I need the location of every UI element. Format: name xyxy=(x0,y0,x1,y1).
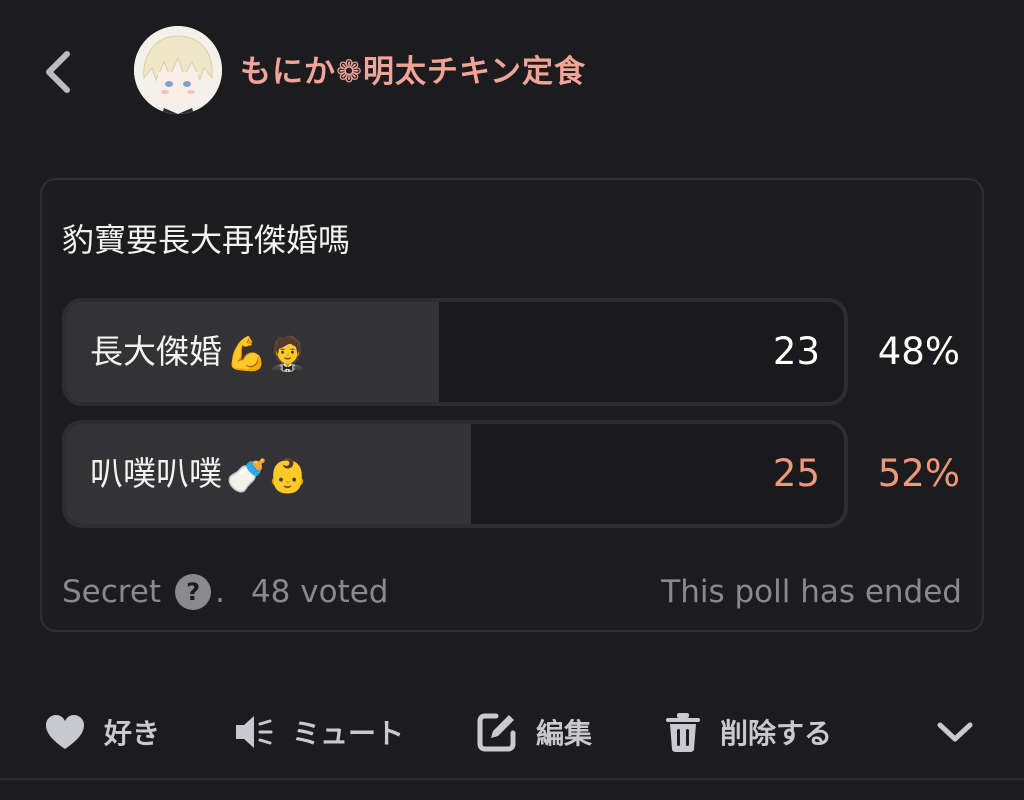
delete-label: 削除する xyxy=(720,717,833,750)
poll-option-2-emoji: 🍼👶 xyxy=(226,455,309,495)
poll-option-1-label: 長大傑婚 💪🤵 xyxy=(90,302,308,402)
poll-option-2-percent: 52% xyxy=(877,452,960,495)
separator: . xyxy=(215,574,225,610)
poll-meta: Secret ? . 48 voted xyxy=(62,572,388,612)
poll-visibility: Secret xyxy=(62,574,162,610)
avatar[interactable] xyxy=(134,26,222,114)
mute-label: ミュート xyxy=(292,717,405,750)
poll-option-1-emoji: 💪🤵 xyxy=(226,333,309,373)
avatar-image xyxy=(134,26,222,114)
chevron-down-icon xyxy=(937,722,973,742)
edit-icon xyxy=(477,713,516,752)
user-name[interactable]: もにか❁明太チキン定食 xyxy=(240,50,586,94)
poll-card: 豹寶要長大再傑婚嗎 長大傑婚 💪🤵 23 48% 叭噗叭噗 🍼👶 25 52% Se… xyxy=(40,178,984,632)
more-button[interactable] xyxy=(936,706,992,758)
poll-voted-count: 48 voted xyxy=(250,574,389,610)
heart-icon xyxy=(46,715,84,749)
poll-option-1-percent: 48% xyxy=(877,330,960,373)
edit-label: 編集 xyxy=(536,717,593,750)
poll-option-2-text: 叭噗叭噗 xyxy=(90,454,222,493)
poll-status: This poll has ended xyxy=(661,574,962,610)
back-button[interactable] xyxy=(36,50,80,94)
mute-button[interactable]: ミュート xyxy=(234,706,404,758)
poll-question: 豹寶要長大再傑婚嗎 xyxy=(62,221,351,259)
like-button[interactable]: 好き xyxy=(44,706,160,758)
poll-option-2-votes: 25 xyxy=(772,452,820,495)
poll-footer: Secret ? . 48 voted This poll has ended xyxy=(62,572,962,612)
delete-button[interactable]: 削除する xyxy=(664,706,832,758)
divider xyxy=(0,778,1024,780)
poll-option-1[interactable]: 長大傑婚 💪🤵 23 xyxy=(62,298,848,406)
poll-option-2[interactable]: 叭噗叭噗 🍼👶 25 xyxy=(62,420,848,528)
poll-option-1-text: 長大傑婚 xyxy=(90,332,222,371)
action-bar: 好き ミュート 編集 削除する xyxy=(0,690,1024,780)
chevron-left-icon xyxy=(46,51,70,93)
trash-icon xyxy=(666,713,700,752)
poll-option-2-label: 叭噗叭噗 🍼👶 xyxy=(90,424,308,524)
like-label: 好き xyxy=(104,717,161,750)
poll-option-1-votes: 23 xyxy=(772,330,820,373)
help-icon[interactable]: ? xyxy=(175,574,212,610)
speaker-mute-icon xyxy=(236,716,273,748)
header: もにか❁明太チキン定食 xyxy=(0,0,1024,150)
post-detail-page: もにか❁明太チキン定食 豹寶要長大再傑婚嗎 長大傑婚 💪🤵 23 48% 叭噗叭噗… xyxy=(0,0,1024,800)
edit-button[interactable]: 編集 xyxy=(476,706,592,758)
